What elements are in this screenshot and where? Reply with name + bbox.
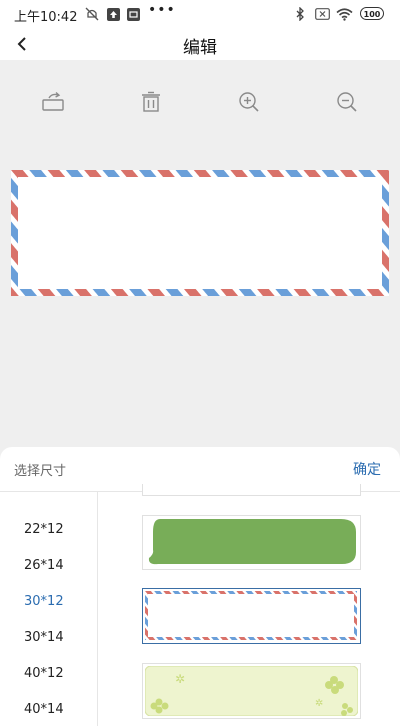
- sheet-title: 选择尺寸: [14, 464, 67, 479]
- app-icon: [125, 6, 141, 22]
- size-item-30x12[interactable]: 30*12: [0, 584, 97, 620]
- rotate-icon[interactable]: [38, 87, 68, 117]
- size-item-40x12[interactable]: 40*12: [0, 656, 97, 692]
- column-divider: [97, 492, 98, 726]
- svg-text:✲: ✲: [175, 672, 185, 686]
- mute-icon: [84, 6, 100, 22]
- status-bar: 上午10:42 ••• 100: [0, 0, 400, 28]
- airmail-border: [11, 170, 389, 296]
- size-item-22x12[interactable]: 22*12: [0, 512, 97, 548]
- template-clover-pattern[interactable]: ✲ ✲: [142, 663, 361, 719]
- app-header: 编辑: [0, 28, 400, 60]
- size-picker-sheet: 选择尺寸 确定 22*12 26*14 30*12 30*14 40*12 40…: [0, 447, 400, 726]
- clover-thumb-graphic: ✲ ✲: [144, 665, 359, 717]
- size-item-30x14[interactable]: 30*14: [0, 620, 97, 656]
- bluetooth-icon: [294, 6, 306, 22]
- label-canvas[interactable]: [11, 170, 389, 296]
- sim-icon: [314, 6, 330, 22]
- template-blank[interactable]: [142, 484, 361, 496]
- zoom-out-icon[interactable]: [332, 87, 362, 117]
- battery-icon: 100: [360, 7, 384, 20]
- more-dots-icon: •••: [148, 2, 176, 18]
- speech-bubble-graphic: [148, 519, 356, 565]
- template-airmail-border[interactable]: [142, 588, 361, 644]
- airmail-thumb-graphic: [145, 591, 357, 640]
- zoom-in-icon[interactable]: [234, 87, 264, 117]
- confirm-button[interactable]: 确定: [353, 459, 381, 479]
- svg-text:✲: ✲: [315, 698, 323, 709]
- upload-icon: [105, 6, 121, 22]
- wifi-icon: [335, 6, 353, 22]
- size-item-40x14[interactable]: 40*14: [0, 692, 97, 726]
- delete-icon[interactable]: [136, 87, 166, 117]
- template-green-speech-bubble[interactable]: [142, 515, 361, 570]
- page-title: 编辑: [183, 38, 217, 58]
- status-time: 上午10:42: [14, 10, 78, 25]
- size-item-26x14[interactable]: 26*14: [0, 548, 97, 584]
